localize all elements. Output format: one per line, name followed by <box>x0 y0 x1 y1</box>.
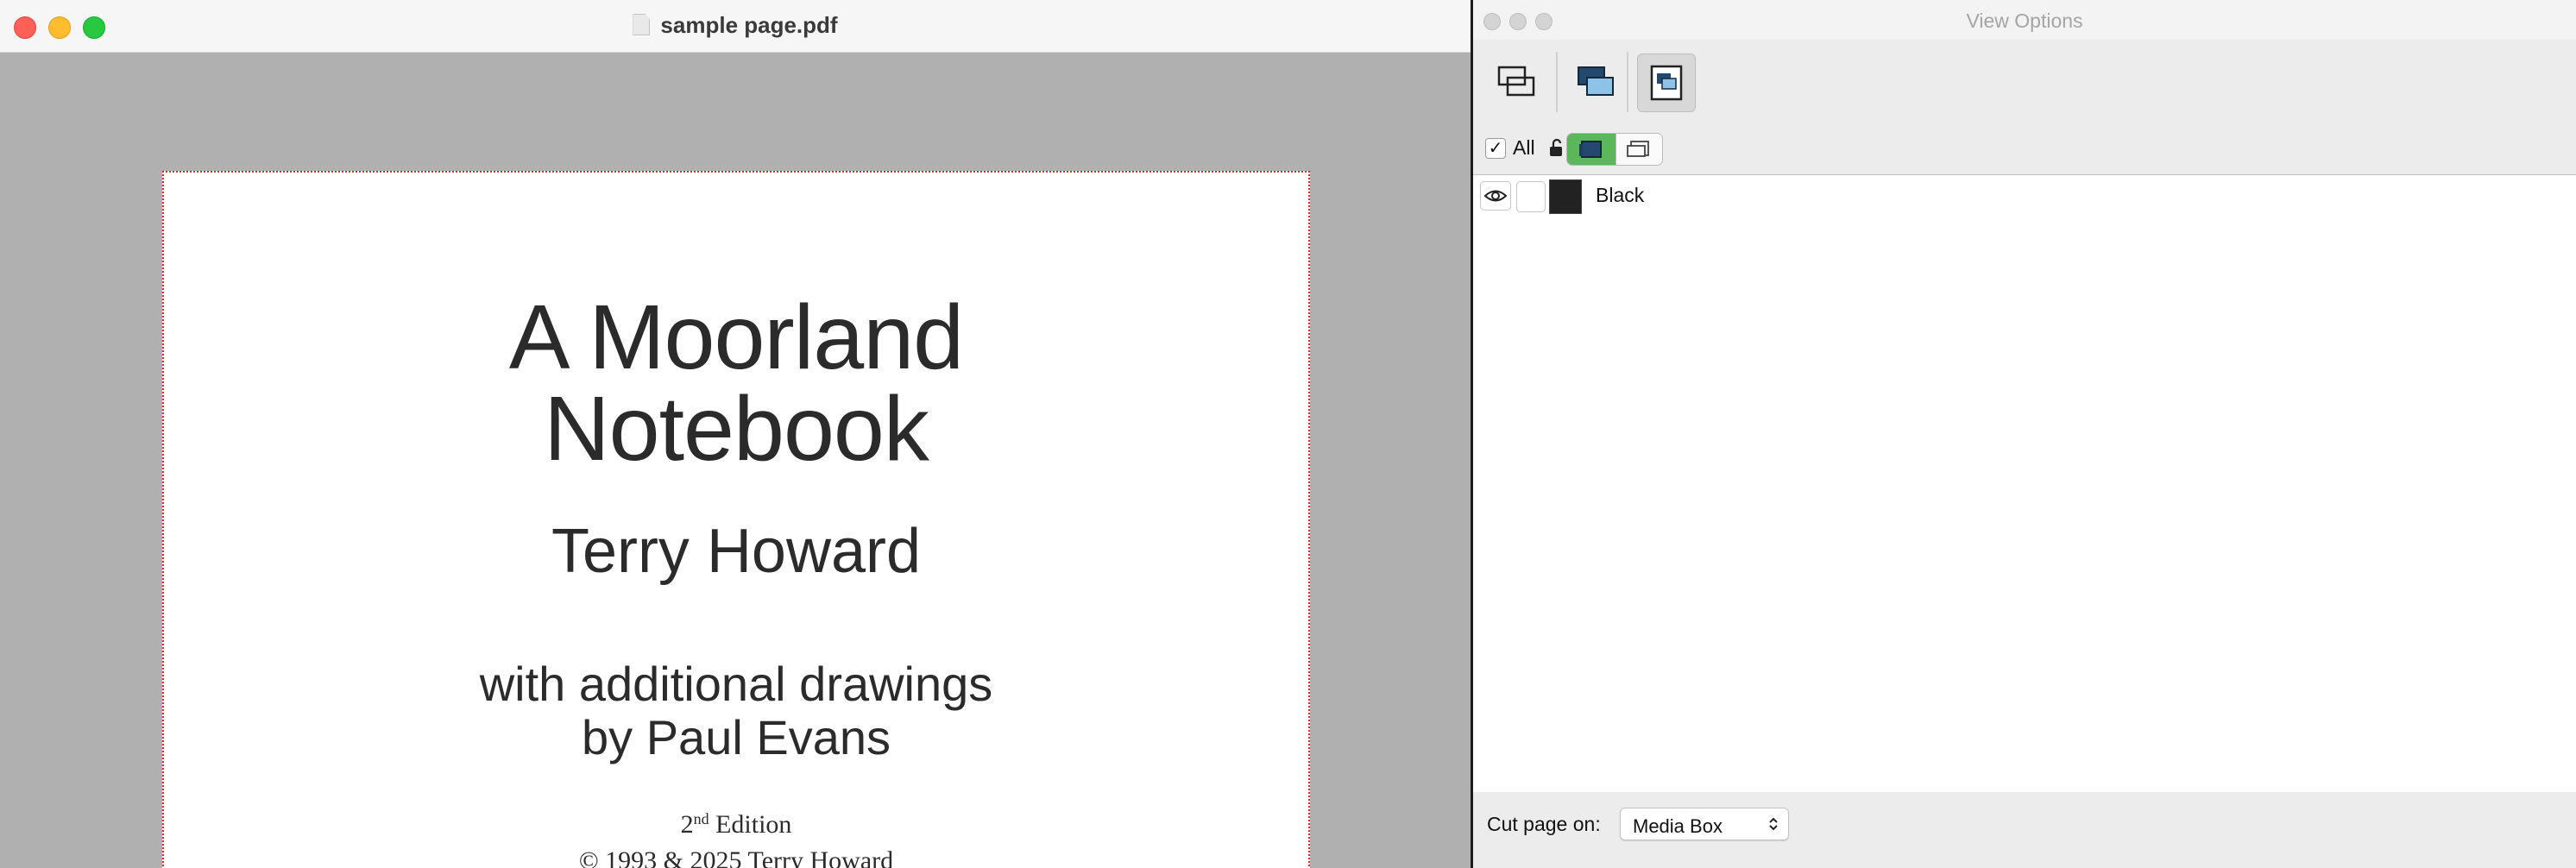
edition-suffix: nd <box>693 810 709 827</box>
layer-name: Black <box>1596 184 1645 206</box>
view-options-panel: View Options ✓ All Black Cut page on: Me… <box>1471 0 2576 868</box>
cut-page-bar: Cut page on: Media Box <box>1473 792 2576 868</box>
filled-view-button[interactable] <box>1568 53 1625 110</box>
panel-title: View Options <box>1966 9 2083 32</box>
edition-number: 2 <box>680 810 694 839</box>
document-icon <box>633 14 651 35</box>
book-subtitle: with additional drawings by Paul Evans <box>164 657 1308 764</box>
outline-mode-icon <box>1627 141 1649 157</box>
book-title-line-2: Notebook <box>544 378 929 480</box>
layers-list: Black <box>1473 175 2576 793</box>
up-down-chevron-icon <box>1769 817 1778 831</box>
all-layers-checkbox[interactable]: ✓ <box>1485 138 1506 159</box>
window-title: sample page.pdf <box>0 12 1471 39</box>
layer-lock-toggle[interactable] <box>1516 181 1546 212</box>
display-mode-segmented-control[interactable] <box>1566 133 1663 166</box>
book-edition: 2nd Edition © 1993 & 2025 Terry Howard <box>164 801 1308 868</box>
copyright-line: © 1993 & 2025 Terry Howard <box>578 846 894 868</box>
pdf-window: sample page.pdf A Moorland Notebook Terr… <box>0 0 1471 868</box>
outline-view-icon <box>1497 66 1535 97</box>
book-title: A Moorland Notebook <box>164 292 1308 475</box>
filled-view-icon <box>1578 66 1614 96</box>
selected-view-button[interactable] <box>1637 53 1696 112</box>
cut-page-select[interactable]: Media Box <box>1620 808 1789 840</box>
book-title-line-1: A Moorland <box>508 286 964 388</box>
cut-page-select-value: Media Box <box>1633 815 1723 837</box>
view-toolbar <box>1473 40 2576 123</box>
cut-page-label: Cut page on: <box>1487 813 1601 835</box>
edition-line: 2nd Edition <box>164 801 1308 843</box>
unlock-icon[interactable] <box>1546 136 1566 159</box>
book-subtitle-line-2: by Paul Evans <box>582 710 891 764</box>
outline-view-button[interactable] <box>1489 53 1546 110</box>
document-title: sample page.pdf <box>660 12 838 38</box>
book-subtitle-line-1: with additional drawings <box>479 657 993 711</box>
panel-titlebar[interactable]: View Options <box>1473 0 2576 41</box>
eye-icon <box>1483 190 1508 202</box>
colored-mode-icon <box>1579 141 1602 158</box>
all-layers-label: All <box>1513 136 1535 159</box>
colored-mode-segment[interactable] <box>1567 134 1616 165</box>
toolbar-divider <box>1556 52 1558 112</box>
pdf-titlebar[interactable]: sample page.pdf <box>0 0 1471 53</box>
outline-mode-segment[interactable] <box>1616 134 1662 165</box>
toolbar-divider <box>1627 52 1628 112</box>
layer-row[interactable]: Black <box>1473 175 2576 215</box>
layer-visibility-toggle[interactable] <box>1480 181 1511 211</box>
layer-color-swatch[interactable] <box>1549 179 1582 214</box>
layer-filter-bar: ✓ All <box>1473 123 2576 175</box>
book-author: Terry Howard <box>551 517 922 586</box>
selected-view-icon <box>1650 65 1683 101</box>
pdf-page[interactable]: A Moorland Notebook Terry Howard with ad… <box>162 171 1310 868</box>
edition-word: Edition <box>715 810 792 839</box>
